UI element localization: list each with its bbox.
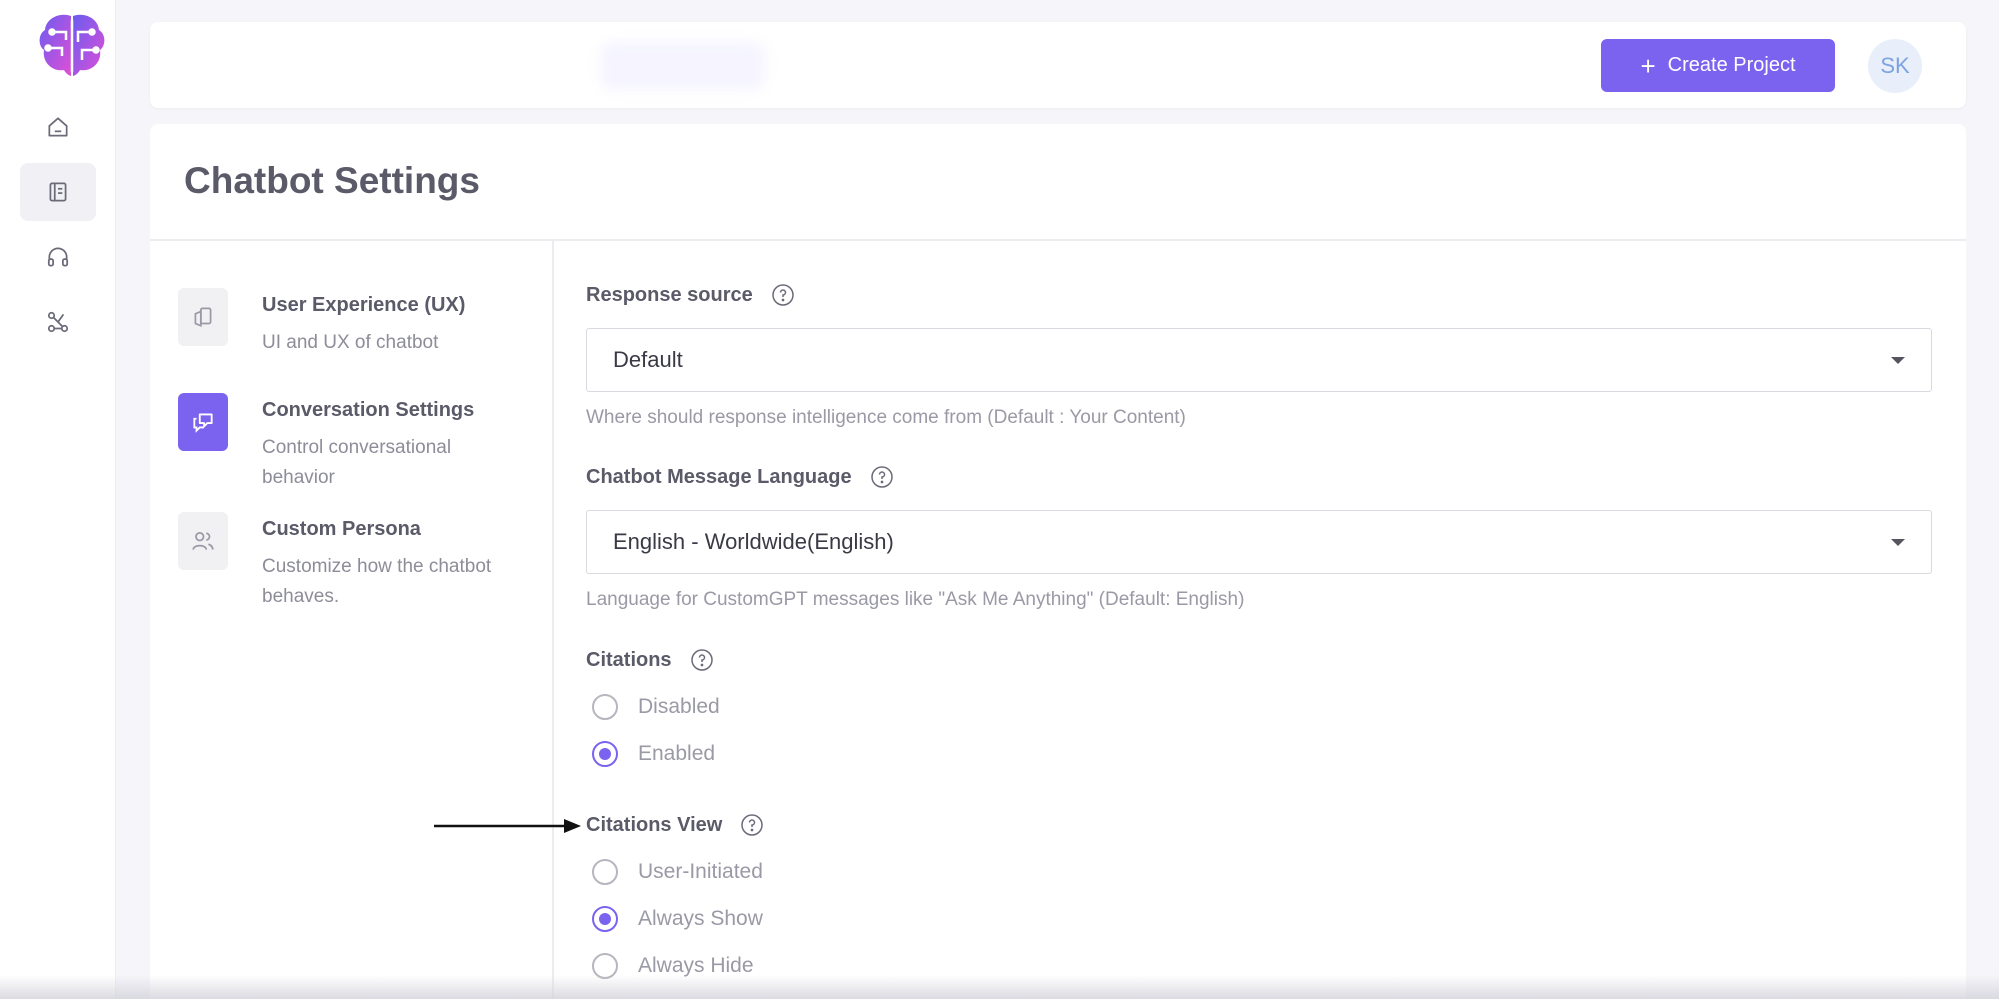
response-source-select[interactable]: Default	[586, 328, 1932, 392]
chat-icon	[193, 413, 213, 433]
avatar[interactable]: SK	[1868, 39, 1922, 93]
help-icon[interactable]	[771, 283, 795, 307]
citations-view-label: Citations View	[586, 813, 764, 837]
radio-label: Enabled	[638, 742, 716, 765]
blurred-header-element	[600, 42, 765, 90]
annotation-arrow-icon	[434, 819, 581, 833]
menu-divider	[552, 241, 554, 999]
radio-circle	[592, 741, 618, 767]
page-title: Chatbot Settings	[184, 160, 480, 201]
brain-logo-icon[interactable]	[36, 10, 108, 80]
radio-circle	[592, 906, 618, 932]
left-rail	[0, 0, 116, 999]
chevron-down-icon	[1891, 357, 1905, 364]
citations-disabled-radio[interactable]: Disabled	[592, 694, 720, 720]
menu-item-description: UI and UX of chatbot	[262, 332, 439, 353]
menu-item-title: User Experience (UX)	[262, 294, 466, 316]
citations-view-always-show-radio[interactable]: Always Show	[592, 906, 763, 932]
top-header: + Create Project SK	[150, 22, 1966, 108]
citations-enabled-radio[interactable]: Enabled	[592, 741, 715, 767]
rail-integrations[interactable]	[20, 293, 96, 351]
response-source-helper: Where should response intelligence come …	[586, 407, 1186, 428]
rail-projects[interactable]	[20, 163, 96, 221]
response-source-value: Default	[613, 347, 683, 372]
home-icon	[48, 117, 68, 137]
persona-icon	[192, 532, 214, 550]
bottom-shadow	[0, 975, 1999, 999]
integrations-icon	[47, 311, 69, 333]
menu-item-title: Conversation Settings	[262, 399, 475, 421]
rail-home[interactable]	[20, 98, 96, 156]
chevron-down-icon	[1891, 539, 1905, 546]
citations-label: Citations	[586, 648, 714, 672]
rail-support[interactable]	[20, 228, 96, 286]
response-source-label: Response source	[586, 283, 795, 307]
help-icon[interactable]	[870, 465, 894, 489]
plus-icon: +	[1640, 50, 1656, 81]
message-language-label: Chatbot Message Language	[586, 465, 894, 489]
settings-card: Chatbot Settings User Experience (UX) UI…	[150, 124, 1966, 999]
radio-label: Disabled	[638, 695, 720, 718]
citations-view-user-initiated-radio[interactable]: User-Initiated	[592, 859, 763, 885]
radio-circle	[592, 859, 618, 885]
menu-item-description: Customize how the chatbot behaves.	[262, 556, 492, 607]
radio-label: Always Show	[638, 907, 763, 930]
headphones-icon	[47, 247, 69, 267]
menu-item-title: Custom Persona	[262, 518, 421, 540]
radio-label: User-Initiated	[638, 860, 763, 883]
help-icon[interactable]	[740, 813, 764, 837]
book-icon	[49, 182, 67, 202]
message-language-value: English - Worldwide(English)	[613, 529, 894, 554]
message-language-select[interactable]: English - Worldwide(English)	[586, 510, 1932, 574]
radio-circle	[592, 694, 618, 720]
create-project-button[interactable]: + Create Project	[1601, 39, 1835, 92]
help-icon[interactable]	[690, 648, 714, 672]
menu-item-description: Control conversational behavior	[262, 437, 452, 488]
ux-icon	[194, 307, 212, 327]
title-divider	[150, 239, 1966, 241]
create-project-label: Create Project	[1667, 54, 1796, 76]
message-language-helper: Language for CustomGPT messages like "As…	[586, 589, 1245, 610]
